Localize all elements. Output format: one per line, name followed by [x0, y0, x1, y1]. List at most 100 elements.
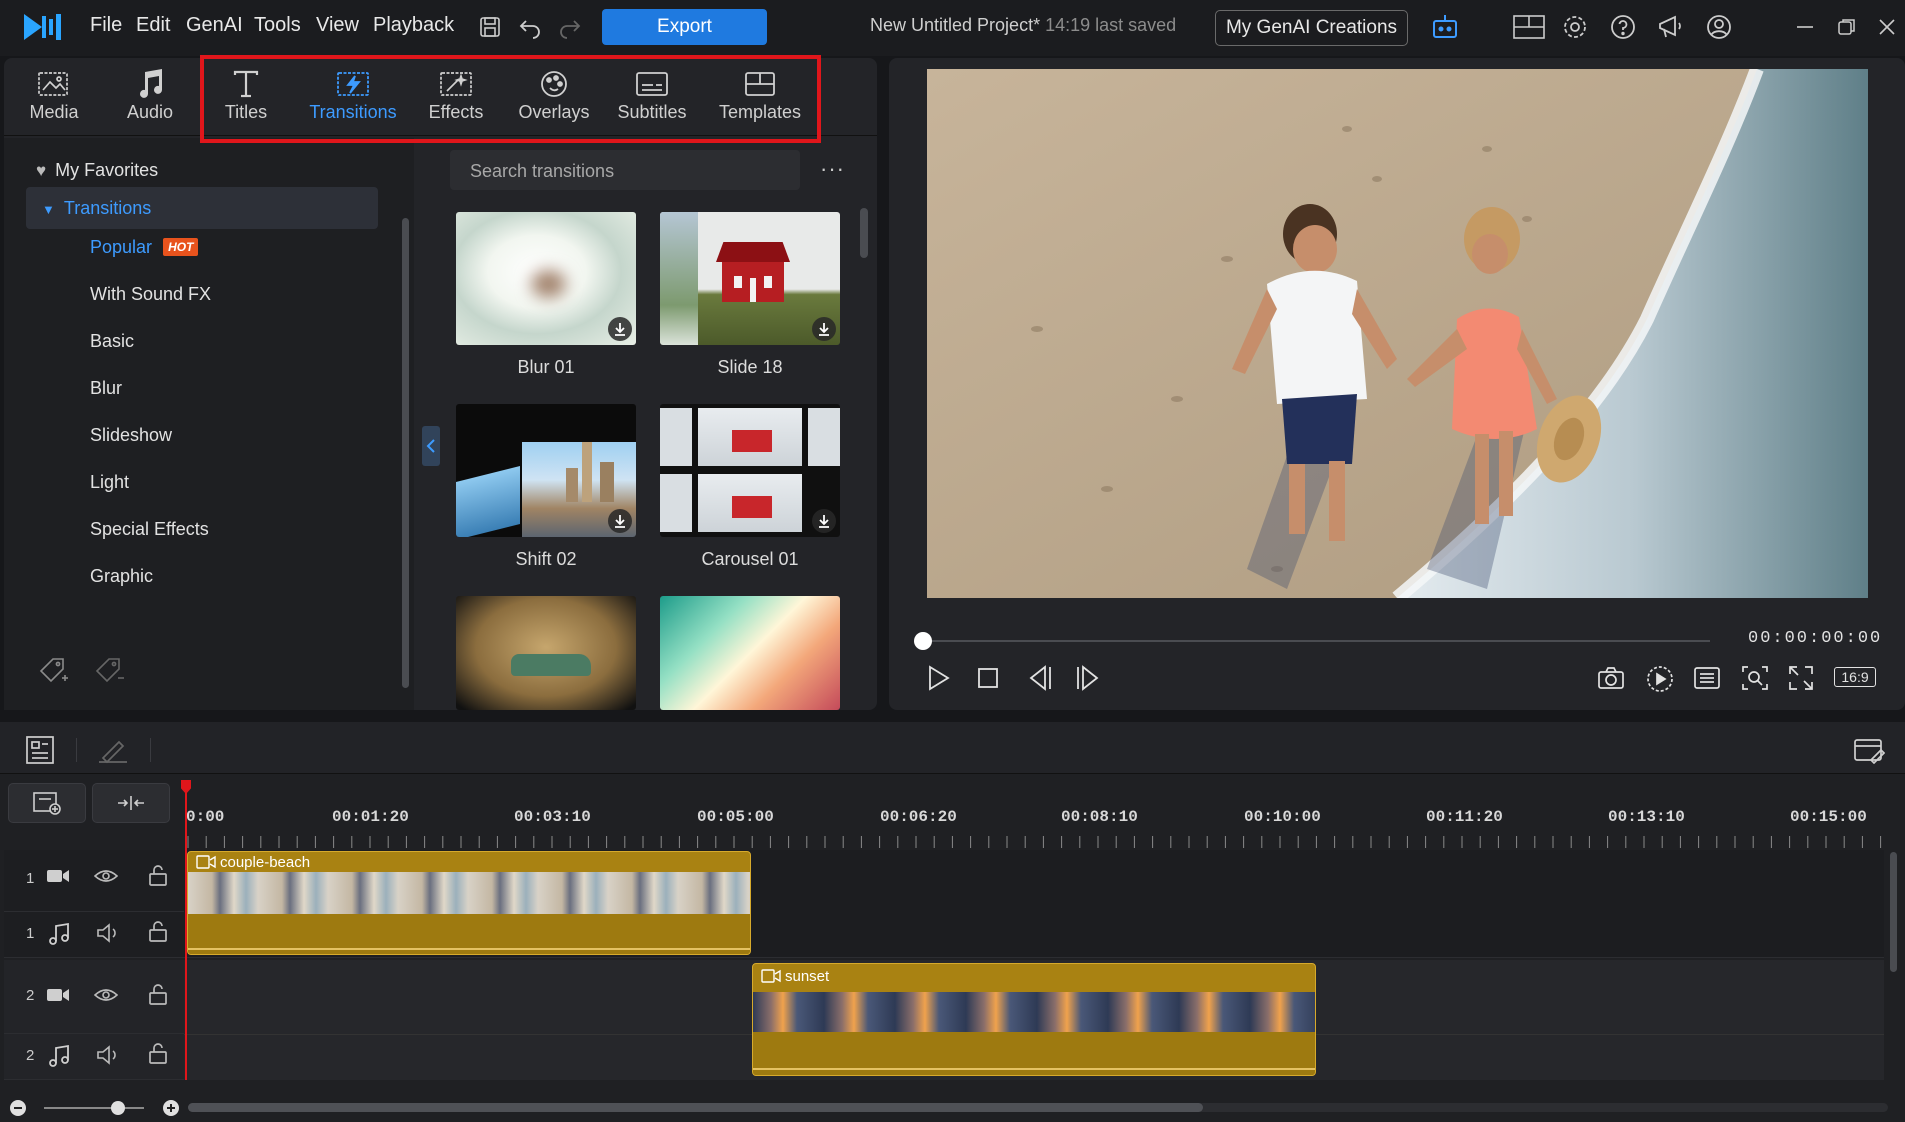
collapse-panel-button[interactable]: [422, 426, 440, 466]
more-options-icon[interactable]: ···: [820, 156, 845, 182]
remove-tag-icon[interactable]: [94, 656, 126, 686]
category-item[interactable]: Blur: [90, 378, 122, 399]
favorites-item[interactable]: ♥ My Favorites: [36, 160, 158, 181]
undo-icon[interactable]: [515, 12, 545, 42]
speaker-volume-icon[interactable]: [96, 922, 120, 944]
category-item[interactable]: Graphic: [90, 566, 153, 587]
tab-overlays[interactable]: Overlays: [506, 66, 602, 132]
playhead[interactable]: [185, 784, 187, 1080]
fullscreen-icon[interactable]: [1786, 664, 1816, 692]
tab-titles[interactable]: Titles: [198, 66, 294, 132]
category-item[interactable]: Light: [90, 472, 129, 493]
aspect-ratio-button[interactable]: 16:9: [1834, 667, 1876, 687]
stop-icon[interactable]: [974, 664, 1002, 692]
search-input[interactable]: Search transitions: [450, 150, 800, 190]
redo-icon[interactable]: [555, 12, 585, 42]
track-header-video-1: 1: [4, 850, 184, 912]
clip-couple-beach[interactable]: couple-beach: [187, 851, 751, 955]
category-item[interactable]: Basic: [90, 331, 134, 352]
download-icon[interactable]: [608, 509, 632, 533]
tab-effects[interactable]: Effects: [408, 66, 504, 132]
clip-sunset[interactable]: sunset: [752, 963, 1316, 1076]
caret-down-icon: ▼: [42, 202, 55, 217]
menu-edit[interactable]: Edit: [136, 14, 170, 37]
settings-gear-icon[interactable]: [1560, 12, 1590, 42]
fit-timeline-button[interactable]: [92, 783, 170, 823]
subtitle-list-icon[interactable]: [1692, 664, 1722, 692]
category-item[interactable]: With Sound FX: [90, 284, 211, 305]
overlays-icon: [538, 66, 570, 102]
transition-thumb-shift02[interactable]: [456, 404, 636, 537]
preview-video[interactable]: [927, 69, 1868, 598]
library-tabs: Media Audio Titles Transitions Effects O…: [4, 58, 877, 136]
transition-thumb-carousel01[interactable]: [660, 404, 840, 537]
storyboard-icon[interactable]: [24, 734, 56, 766]
lock-icon[interactable]: [148, 864, 168, 886]
restore-icon[interactable]: [1832, 12, 1862, 42]
snapshot-camera-icon[interactable]: [1596, 664, 1626, 692]
next-frame-icon[interactable]: [1074, 664, 1102, 692]
category-item[interactable]: Slideshow: [90, 425, 172, 446]
zoom-out-icon[interactable]: [10, 1100, 26, 1116]
zoom-fit-icon[interactable]: [1740, 664, 1770, 692]
download-icon[interactable]: [812, 317, 836, 341]
zoom-in-icon[interactable]: [163, 1100, 179, 1116]
menu-file[interactable]: File: [90, 14, 122, 37]
layout-icon[interactable]: [1512, 12, 1546, 42]
category-root[interactable]: ▼ Transitions: [42, 198, 151, 219]
transition-thumb-slide18[interactable]: [660, 212, 840, 345]
last-saved: 14:19 last saved: [1045, 15, 1177, 35]
music-note-icon: [48, 922, 70, 946]
timeline-horizontal-scrollbar[interactable]: [188, 1103, 1203, 1112]
genai-creations-button[interactable]: My GenAI Creations: [1215, 10, 1408, 46]
category-popular[interactable]: Popular HOT: [90, 237, 199, 258]
transition-thumb-vintage[interactable]: [456, 596, 636, 710]
category-item[interactable]: Special Effects: [90, 519, 209, 540]
render-preview-icon[interactable]: [1644, 664, 1676, 694]
menu-tools[interactable]: Tools: [254, 14, 301, 37]
transition-thumb-blur01[interactable]: [456, 212, 636, 345]
lock-icon[interactable]: [148, 1042, 168, 1064]
menu-view[interactable]: View: [316, 14, 359, 37]
export-button[interactable]: Export: [602, 9, 767, 45]
tab-media[interactable]: Media: [6, 66, 102, 132]
play-icon[interactable]: [924, 664, 952, 692]
speaker-volume-icon[interactable]: [96, 1044, 120, 1066]
lock-icon[interactable]: [148, 983, 168, 1005]
menu-genai[interactable]: GenAI: [186, 14, 243, 37]
megaphone-icon[interactable]: [1656, 12, 1686, 42]
add-track-button[interactable]: [8, 783, 86, 823]
close-icon[interactable]: [1872, 12, 1902, 42]
zoom-slider-handle[interactable]: [111, 1101, 125, 1115]
account-icon[interactable]: [1704, 12, 1734, 42]
tab-templates[interactable]: Templates: [708, 66, 812, 132]
grid-scrollbar[interactable]: [860, 208, 868, 258]
house-roof: [716, 242, 790, 262]
ai-assistant-icon[interactable]: [1430, 12, 1460, 42]
tab-transitions[interactable]: Transitions: [298, 66, 408, 132]
seek-handle[interactable]: [914, 632, 932, 650]
zoom-slider[interactable]: [44, 1107, 144, 1109]
ruler-label: 00:10:00: [1244, 808, 1321, 826]
download-icon[interactable]: [608, 317, 632, 341]
timeline-vertical-scrollbar[interactable]: [1890, 852, 1897, 972]
transition-thumb-light[interactable]: [660, 596, 840, 710]
tab-overlays-label: Overlays: [518, 102, 590, 122]
menu-playback[interactable]: Playback: [373, 14, 454, 37]
save-icon[interactable]: [475, 12, 505, 42]
lock-icon[interactable]: [148, 920, 168, 942]
seek-bar[interactable]: [922, 640, 1710, 642]
tab-subtitles[interactable]: Subtitles: [604, 66, 700, 132]
tab-audio[interactable]: Audio: [102, 66, 198, 132]
eye-visibility-icon[interactable]: [94, 867, 118, 885]
add-tag-icon[interactable]: [38, 656, 70, 686]
project-name: New Untitled Project*: [870, 15, 1041, 35]
category-scrollbar[interactable]: [402, 218, 409, 688]
download-icon[interactable]: [812, 509, 836, 533]
minimize-icon[interactable]: [1790, 12, 1820, 42]
timeline-settings-icon[interactable]: [1852, 734, 1886, 766]
help-icon[interactable]: [1608, 12, 1638, 42]
eye-visibility-icon[interactable]: [94, 986, 118, 1004]
previous-frame-icon[interactable]: [1026, 664, 1054, 692]
edit-pen-icon[interactable]: [96, 734, 130, 766]
